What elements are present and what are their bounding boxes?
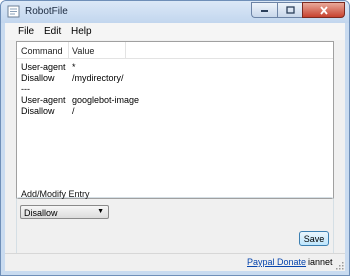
close-button[interactable] [302,2,345,18]
row-value: googlebot-image [72,95,140,105]
title-bar[interactable]: RobotFile [1,1,349,23]
list-row[interactable]: User-agent googlebot-image [17,95,333,106]
row-command: Disallow [21,73,55,83]
window-title: RobotFile [25,6,68,17]
maximize-button[interactable] [277,2,302,18]
paypal-donate-link[interactable]: Paypal Donate [247,257,306,267]
author-label: iannet [308,257,333,267]
row-value: * [72,62,76,72]
menu-file[interactable]: File [18,26,34,37]
list-row[interactable]: --- [17,84,333,95]
column-value[interactable]: Value [72,46,94,56]
row-command: User-agent [21,95,66,105]
save-button[interactable]: Save [299,231,329,246]
chevron-down-icon: ▼ [97,208,104,215]
app-icon [7,5,20,18]
row-value: /mydirectory/ [72,73,124,83]
window-controls [251,2,345,19]
row-command: Disallow [21,106,55,116]
client-area: File Edit Help Command Value User-agent … [5,23,345,271]
command-select[interactable]: Disallow ▼ [20,205,109,219]
column-divider[interactable] [125,42,126,58]
row-command: User-agent [21,62,66,72]
resize-grip-icon[interactable] [336,262,344,270]
list-header: Command Value [17,42,333,59]
menu-edit[interactable]: Edit [44,26,61,37]
column-command[interactable]: Command [21,46,63,56]
maximize-icon [285,6,295,14]
minimize-button[interactable] [251,2,277,18]
column-divider[interactable] [68,42,69,58]
row-command: --- [21,84,30,94]
minimize-icon [261,10,268,12]
app-window: RobotFile File Edit Help Command Value U… [0,0,350,276]
list-row[interactable]: Disallow / [17,106,333,117]
entry-group-label: Add/Modify Entry [21,189,90,199]
menu-help[interactable]: Help [71,26,92,37]
status-bar: Paypal Donate iannet [5,253,345,271]
command-select-value: Disallow [24,208,58,218]
row-value: / [72,106,75,116]
list-row[interactable]: User-agent * [17,62,333,73]
list-row[interactable]: Disallow /mydirectory/ [17,73,333,84]
entries-list[interactable]: Command Value User-agent * Disallow /myd… [16,41,334,199]
close-icon [319,5,328,15]
menu-bar: File Edit Help [5,23,345,40]
